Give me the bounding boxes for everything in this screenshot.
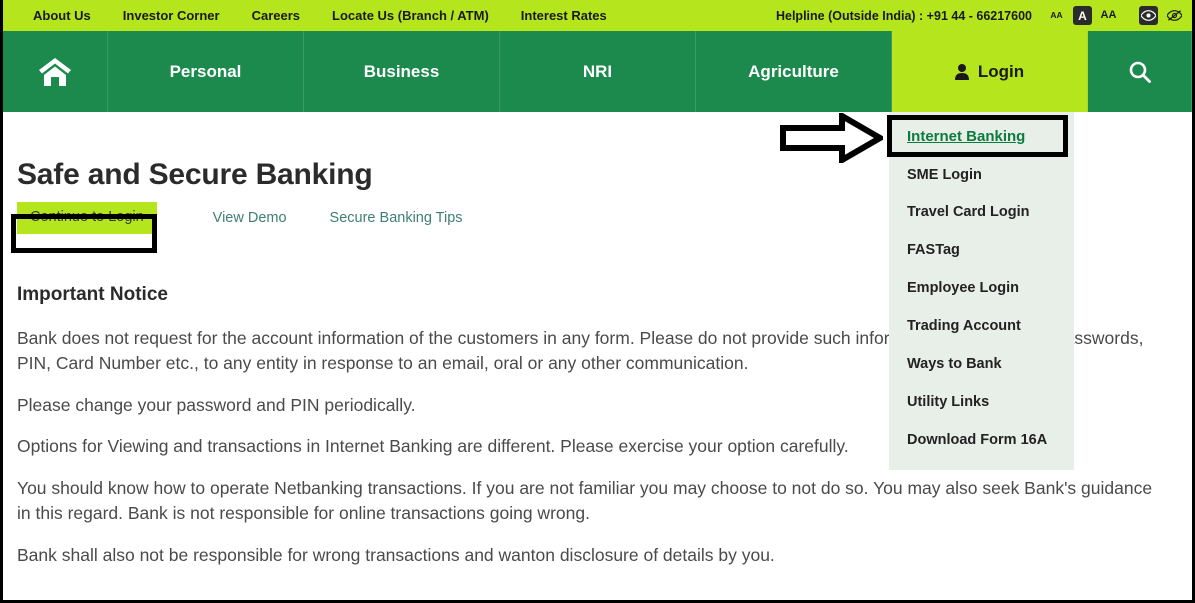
login-dropdown-menu: Internet Banking SME Login Travel Card L…	[889, 112, 1074, 470]
nav-label-nri: NRI	[582, 61, 613, 81]
helpline-text: Helpline (Outside India) : +91 44 - 6621…	[775, 8, 1032, 23]
font-decrease-icon[interactable]: AA	[1047, 6, 1066, 25]
top-utility-bar: About Us Investor Corner Careers Locate …	[3, 0, 1192, 31]
eye-slash-icon[interactable]	[1165, 6, 1184, 25]
font-normal-label: A	[1078, 8, 1087, 23]
eye-icon[interactable]	[1139, 6, 1158, 25]
main-navigation: Personal Business NRI Agriculture Login	[3, 31, 1192, 112]
dropdown-item-internet-banking[interactable]: Internet Banking	[889, 118, 1074, 157]
nav-item-agriculture[interactable]: Agriculture	[696, 31, 892, 112]
top-utility-right: Helpline (Outside India) : +91 44 - 6621…	[776, 0, 1184, 31]
dropdown-item-travel-card-login[interactable]: Travel Card Login	[889, 194, 1074, 232]
nav-item-personal[interactable]: Personal	[108, 31, 304, 112]
nav-item-login[interactable]: Login	[892, 31, 1088, 112]
dropdown-item-employee-login[interactable]: Employee Login	[889, 270, 1074, 308]
dropdown-item-sme-login[interactable]: SME Login	[889, 157, 1074, 195]
nav-item-business[interactable]: Business	[304, 31, 500, 112]
nav-item-nri[interactable]: NRI	[500, 31, 696, 112]
nav-home-button[interactable]	[3, 31, 108, 112]
nav-label-login: Login	[977, 61, 1025, 81]
user-icon	[954, 63, 969, 80]
continue-to-login-button[interactable]: Continue to Login	[17, 202, 157, 234]
topbar-link-investor-corner[interactable]: Investor Corner	[107, 8, 236, 23]
topbar-link-locate-us[interactable]: Locate Us (Branch / ATM)	[316, 8, 505, 23]
topbar-link-careers[interactable]: Careers	[236, 8, 316, 23]
page-root: About Us Investor Corner Careers Locate …	[0, 0, 1195, 603]
dropdown-item-trading-account[interactable]: Trading Account	[889, 308, 1074, 346]
home-icon	[38, 57, 72, 87]
nav-label-agriculture: Agriculture	[748, 61, 839, 81]
dropdown-item-ways-to-bank[interactable]: Ways to Bank	[889, 346, 1074, 384]
secure-banking-tips-link[interactable]: Secure Banking Tips	[330, 210, 463, 226]
topbar-link-about-us[interactable]: About Us	[17, 8, 107, 23]
dropdown-item-utility-links[interactable]: Utility Links	[889, 384, 1074, 422]
top-utility-links: About Us Investor Corner Careers Locate …	[3, 8, 623, 23]
dropdown-item-download-form-16a[interactable]: Download Form 16A	[889, 422, 1074, 460]
view-demo-link[interactable]: View Demo	[213, 210, 287, 226]
notice-paragraph-5: Bank shall also not be responsible for w…	[17, 545, 775, 565]
font-decrease-label: AA	[1050, 10, 1063, 21]
font-increase-icon[interactable]: AA	[1099, 6, 1118, 25]
nav-search-button[interactable]	[1088, 31, 1192, 112]
topbar-link-interest-rates[interactable]: Interest Rates	[505, 8, 623, 23]
nav-label-personal: Personal	[169, 61, 242, 81]
font-normal-icon[interactable]: A	[1073, 6, 1092, 25]
dropdown-item-fastag[interactable]: FASTag	[889, 232, 1074, 270]
search-icon	[1129, 61, 1151, 83]
nav-label-business: Business	[363, 61, 440, 81]
font-increase-label: AA	[1100, 9, 1117, 21]
